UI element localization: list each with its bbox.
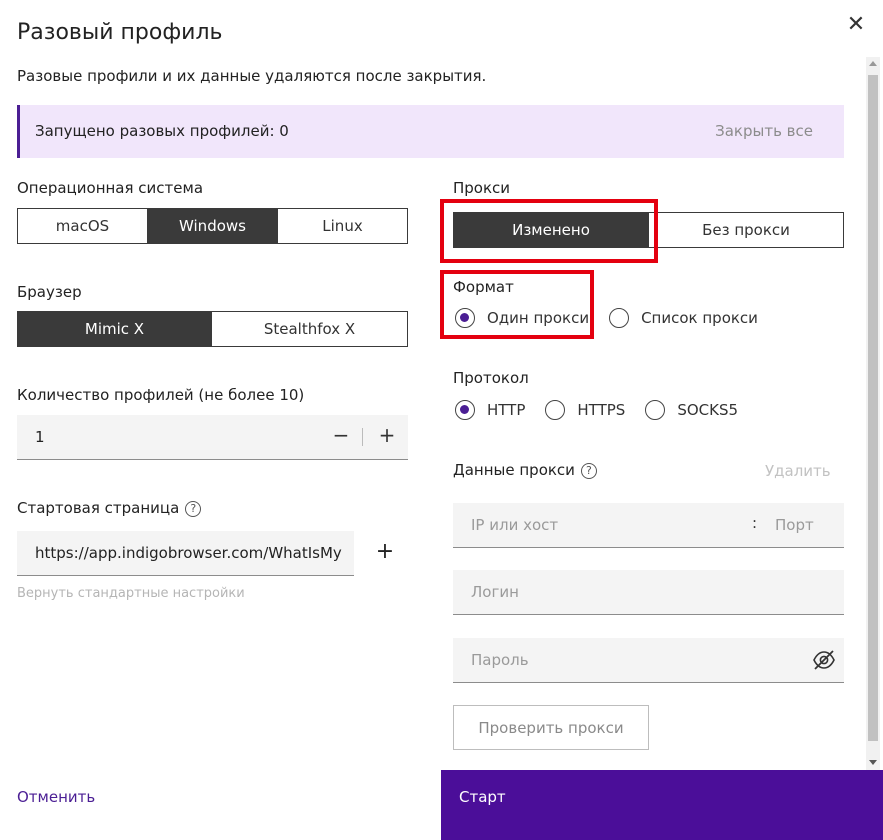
start-button-label: Старт: [459, 788, 506, 806]
browser-label: Браузер: [17, 283, 82, 301]
browser-option-mimic[interactable]: Mimic X: [18, 312, 212, 346]
radio-http[interactable]: [455, 400, 475, 420]
protocol-radio-group: HTTP HTTPS SOCKS5: [455, 400, 758, 420]
close-icon[interactable]: ✕: [845, 12, 867, 38]
highlight-box-proxy: [440, 199, 658, 263]
proxy-data-label: Данные прокси: [453, 461, 575, 479]
proxy-label: Прокси: [453, 179, 511, 197]
eye-off-icon[interactable]: [812, 649, 836, 671]
start-page-label-row: Стартовая страница?: [17, 499, 202, 517]
start-page-label: Стартовая страница: [17, 499, 180, 517]
help-circle-icon[interactable]: ?: [185, 500, 202, 517]
radio-socks5-label[interactable]: SOCKS5: [677, 401, 738, 419]
os-segmented-control: macOS Windows Linux: [17, 208, 408, 244]
os-option-windows[interactable]: Windows: [148, 209, 278, 243]
increment-button[interactable]: +: [377, 423, 397, 447]
os-option-macos[interactable]: macOS: [18, 209, 148, 243]
os-label: Операционная система: [17, 179, 204, 197]
profile-count-value[interactable]: 1: [35, 428, 45, 446]
login-placeholder: Логин: [471, 583, 519, 601]
highlight-box-format: [440, 270, 594, 339]
radio-socks5[interactable]: [645, 400, 666, 420]
profile-count-stepper: 1 − +: [17, 415, 408, 460]
browser-option-stealthfox[interactable]: Stealthfox X: [212, 312, 407, 346]
os-option-linux[interactable]: Linux: [278, 209, 407, 243]
password-placeholder: Пароль: [471, 651, 529, 669]
radio-https-label[interactable]: HTTPS: [577, 401, 625, 419]
login-field[interactable]: Логин: [453, 570, 844, 615]
close-all-button[interactable]: Закрыть все: [715, 122, 813, 140]
delete-proxy-button[interactable]: Удалить: [765, 462, 831, 480]
running-profiles-count: Запущено разовых профилей: 0: [35, 122, 289, 140]
running-profiles-banner: Запущено разовых профилей: 0 Закрыть все: [17, 105, 844, 158]
host-input[interactable]: IP или хост: [471, 516, 558, 534]
scroll-down-icon[interactable]: [869, 760, 877, 765]
dialog-subtitle: Разовые профили и их данные удаляются по…: [17, 67, 487, 85]
decrement-button[interactable]: −: [331, 423, 351, 447]
host-port-field: IP или хост : Порт: [453, 503, 844, 548]
scroll-up-icon[interactable]: [869, 61, 877, 66]
host-port-separator: :: [752, 514, 758, 532]
proxy-data-label-row: Данные прокси?: [453, 461, 597, 479]
radio-http-label[interactable]: HTTP: [487, 401, 525, 419]
browser-segmented-control: Mimic X Stealthfox X: [17, 311, 408, 347]
dialog-title: Разовый профиль: [17, 20, 223, 45]
scroll-thumb[interactable]: [868, 75, 878, 741]
stepper-divider: [362, 428, 363, 446]
reset-defaults-link[interactable]: Вернуть стандартные настройки: [17, 586, 245, 601]
start-button[interactable]: Старт: [441, 770, 883, 840]
radio-proxy-list[interactable]: [609, 308, 630, 328]
proxy-option-none[interactable]: Без прокси: [649, 213, 843, 247]
profile-count-label: Количество профилей (не более 10): [17, 386, 305, 404]
start-page-url[interactable]: https://app.indigobrowser.com/WhatIsMy: [35, 544, 345, 562]
start-page-input[interactable]: https://app.indigobrowser.com/WhatIsMy: [17, 531, 354, 576]
radio-proxy-list-label[interactable]: Список прокси: [641, 309, 758, 327]
password-field[interactable]: Пароль: [453, 638, 844, 683]
add-start-page-button[interactable]: +: [374, 539, 396, 564]
port-input[interactable]: Порт: [775, 516, 814, 534]
scrollbar[interactable]: [866, 57, 880, 770]
check-proxy-button[interactable]: Проверить прокси: [453, 705, 649, 750]
cancel-button[interactable]: Отменить: [17, 788, 95, 806]
radio-https[interactable]: [545, 400, 566, 420]
help-circle-icon[interactable]: ?: [580, 462, 597, 479]
protocol-label: Протокол: [453, 369, 529, 387]
